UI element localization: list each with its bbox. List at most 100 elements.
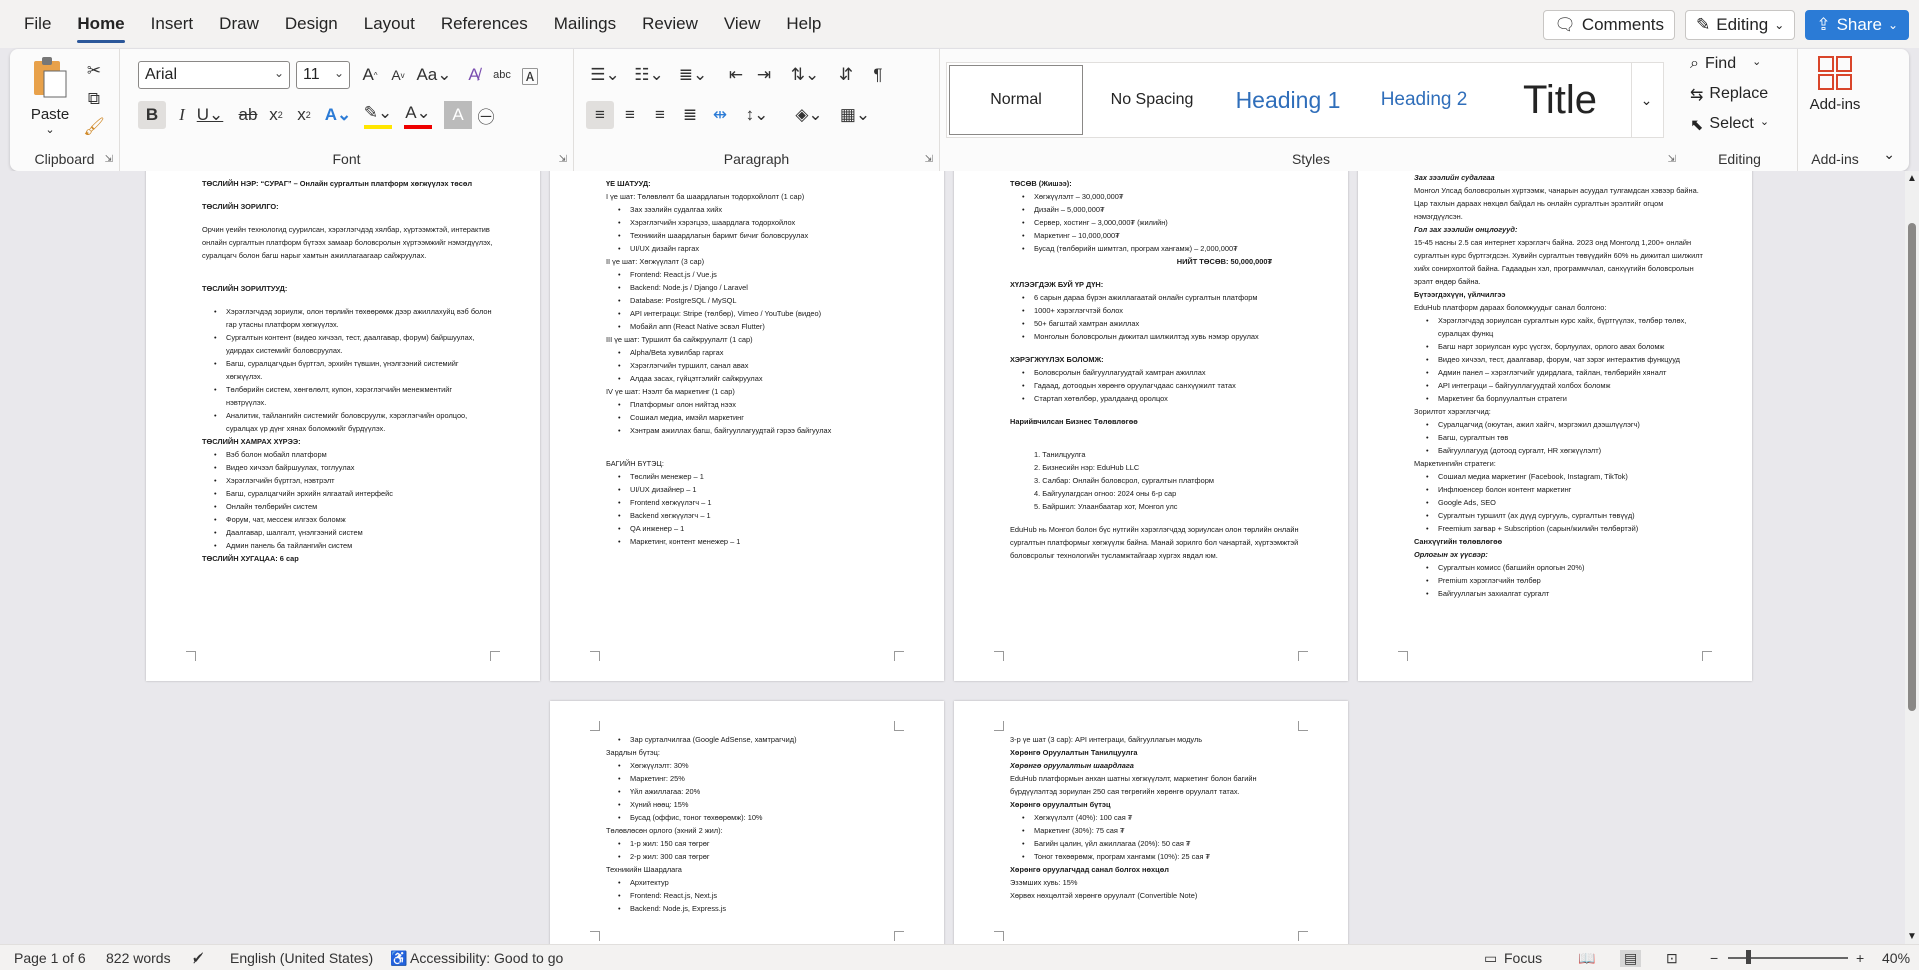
tab-mailings[interactable]: Mailings (554, 14, 616, 34)
scrollbar-thumb[interactable] (1908, 223, 1916, 711)
numbered-item: 1. Танилцуулга (1034, 450, 1086, 459)
styles-more-icon[interactable]: ⌄ (1631, 63, 1661, 137)
tab-layout[interactable]: Layout (364, 14, 415, 34)
focus-icon[interactable]: ▭ (1484, 950, 1497, 967)
tab-view[interactable]: View (724, 14, 761, 34)
bullets-icon[interactable]: ☰⌄ (586, 61, 624, 89)
highlight-icon[interactable]: ✎⌄ (364, 101, 392, 129)
text-direction-icon[interactable]: ⇅⌄ (786, 61, 824, 89)
zoom-level[interactable]: 40% (1882, 950, 1910, 966)
character-border-icon[interactable]: 🄰 (516, 61, 544, 89)
paste-button[interactable]: Paste ⌄ (28, 55, 72, 136)
zoom-slider-thumb[interactable] (1746, 950, 1751, 964)
vertical-scrollbar[interactable]: ▲ ▼ (1905, 171, 1919, 944)
replace-button[interactable]: ⇆ Replace (1690, 85, 1768, 105)
increase-indent-icon[interactable]: ⇥ (750, 61, 778, 89)
zoom-in-icon[interactable]: + (1856, 950, 1864, 966)
enclose-characters-icon[interactable]: ㊀ (472, 101, 500, 129)
dialog-launcher-icon[interactable]: ⇲ (105, 154, 113, 165)
align-right-icon[interactable]: ≡ (646, 101, 674, 129)
page-count[interactable]: Page 1 of 6 (14, 950, 86, 966)
document-page[interactable]: Зах зээлийн судалгаа Монгол Улсад боловср… (1358, 171, 1752, 681)
document-page[interactable]: ТӨСӨВ (Жишээ): Хөгжүүлэлт – 30,000,000₮Ди… (954, 171, 1348, 681)
font-color-icon[interactable]: A⌄ (404, 101, 432, 129)
text-effects-abc-icon[interactable]: abc (488, 61, 516, 89)
select-button[interactable]: ⬉ Select ⌄ (1690, 115, 1769, 135)
tab-help[interactable]: Help (786, 14, 821, 34)
tab-references[interactable]: References (441, 14, 528, 34)
font-size-dropdown[interactable]: 11 ⌄ (296, 61, 350, 89)
style-heading-2[interactable]: Heading 2 (1357, 63, 1491, 137)
tab-design[interactable]: Design (285, 14, 338, 34)
distributed-icon[interactable]: ⇹ (706, 101, 734, 129)
tab-draw[interactable]: Draw (219, 14, 259, 34)
bold-button[interactable]: B (138, 101, 166, 129)
editing-mode-button[interactable]: ✎ Editing ⌄ (1685, 10, 1796, 40)
tab-home[interactable]: Home (77, 14, 125, 43)
shading-icon[interactable]: A (444, 101, 472, 129)
document-page[interactable]: 3-р үе шат (3 сар): API интеграци, байгу… (954, 701, 1348, 944)
focus-button[interactable]: Focus (1504, 950, 1542, 966)
word-count[interactable]: 822 words (106, 950, 171, 966)
share-button[interactable]: ⇪ Share ⌄ (1805, 10, 1909, 40)
sort-icon[interactable]: ⇵ (832, 61, 860, 89)
grow-font-icon[interactable]: A ^ (356, 61, 384, 89)
line-spacing-icon[interactable]: ↕⌄ (738, 101, 776, 129)
read-mode-icon[interactable]: 📖 (1578, 950, 1595, 967)
document-page[interactable]: Зар сурталчилгаа (Google AdSense, хамтра… (550, 701, 944, 944)
change-case-icon[interactable]: Aa⌄ (416, 61, 452, 89)
accessibility-icon[interactable]: ♿ (390, 950, 407, 967)
list-item: Онлайн төлбөрийн систем (202, 500, 494, 513)
scroll-up-icon[interactable]: ▲ (1907, 173, 1917, 184)
numbering-icon[interactable]: ☷⌄ (630, 61, 668, 89)
print-layout-icon[interactable]: ▤ (1620, 950, 1642, 967)
paragraph: Монгол Улсад боловсролын хүртээмж, чанар… (1414, 186, 1699, 221)
collapse-ribbon-icon[interactable]: ⌄ (1883, 146, 1895, 163)
italic-button[interactable]: I (168, 101, 196, 129)
web-layout-icon[interactable]: ⊡ (1666, 950, 1678, 967)
multilevel-list-icon[interactable]: ≣⌄ (674, 61, 712, 89)
decrease-indent-icon[interactable]: ⇤ (722, 61, 750, 89)
tab-review[interactable]: Review (642, 14, 698, 34)
document-canvas[interactable]: ТӨСЛИЙН НЭР: “СУРАГ” – Онлайн сургалтын … (0, 171, 1905, 944)
subscript-button[interactable]: x2 (262, 101, 290, 129)
superscript-button[interactable]: x2 (290, 101, 318, 129)
proofing-icon[interactable]: ✔̸ (192, 950, 204, 967)
dialog-launcher-icon[interactable]: ⇲ (1668, 154, 1676, 165)
shrink-font-icon[interactable]: Av (384, 61, 412, 89)
borders-icon[interactable]: ▦⌄ (836, 101, 874, 129)
language-indicator[interactable]: English (United States) (230, 950, 373, 966)
strikethrough-button[interactable]: ab (234, 101, 262, 129)
comments-button[interactable]: 🗨 Comments (1543, 10, 1676, 40)
style-normal[interactable]: Normal (949, 65, 1083, 135)
justify-icon[interactable]: ≣ (676, 101, 704, 129)
clear-formatting-icon[interactable]: A̸ (460, 61, 488, 89)
cut-icon[interactable]: ✂ (80, 57, 108, 85)
add-ins-icon (1818, 56, 1852, 90)
style-heading-1[interactable]: Heading 1 (1221, 63, 1355, 137)
text-effects-icon[interactable]: A⌄ (324, 101, 352, 129)
style-no-spacing[interactable]: No Spacing (1085, 63, 1219, 137)
dialog-launcher-icon[interactable]: ⇲ (925, 154, 933, 165)
crop-mark (1298, 721, 1308, 731)
copy-icon[interactable]: ⧉ (80, 85, 108, 113)
align-left-icon[interactable]: ≡ (586, 101, 614, 129)
add-ins-button[interactable]: Add-ins (1800, 55, 1870, 113)
format-painter-icon[interactable]: 🖌 (80, 113, 108, 141)
document-page[interactable]: ҮЕ ШАТУУД: I үе шат: Төлөвлөлт ба шаардла… (550, 171, 944, 681)
scroll-down-icon[interactable]: ▼ (1907, 931, 1917, 942)
accessibility-status[interactable]: Accessibility: Good to go (410, 950, 563, 966)
font-name-dropdown[interactable]: Arial ⌄ (138, 61, 290, 89)
shading-bucket-icon[interactable]: ◈⌄ (790, 101, 828, 129)
tab-file[interactable]: File (24, 14, 51, 34)
document-page[interactable]: ТӨСЛИЙН НЭР: “СУРАГ” – Онлайн сургалтын … (146, 171, 540, 681)
zoom-out-icon[interactable]: − (1710, 950, 1718, 966)
tab-insert[interactable]: Insert (151, 14, 194, 34)
style-title[interactable]: Title (1493, 63, 1627, 137)
dialog-launcher-icon[interactable]: ⇲ (559, 154, 567, 165)
underline-button[interactable]: U⌄ (196, 101, 224, 129)
show-formatting-icon[interactable]: ¶ (864, 61, 892, 89)
align-center-icon[interactable]: ≡ (616, 101, 644, 129)
find-button[interactable]: ⌕ Find ⌄ (1690, 55, 1761, 73)
